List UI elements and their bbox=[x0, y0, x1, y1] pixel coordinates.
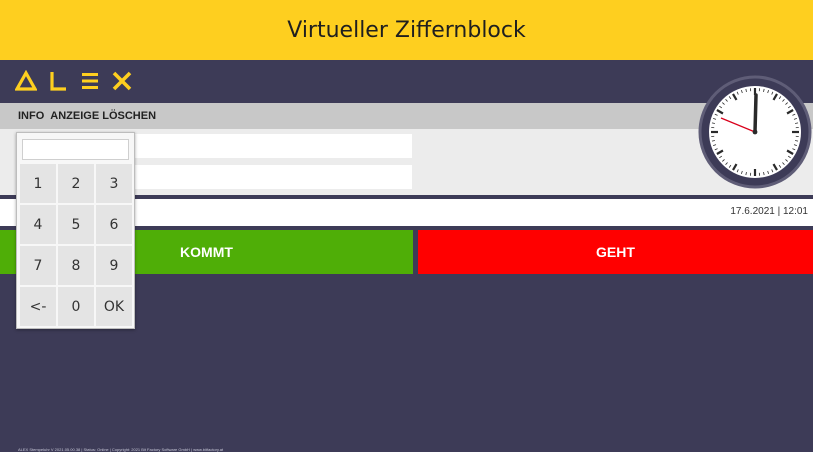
app-header bbox=[0, 60, 813, 103]
numpad-display bbox=[22, 139, 129, 160]
numpad-keys: 1 2 3 4 5 6 7 8 9 <- 0 OK bbox=[20, 164, 132, 326]
window-title: Virtueller Ziffernblock bbox=[287, 17, 526, 43]
numpad-key-1[interactable]: 1 bbox=[20, 164, 56, 203]
geht-button[interactable]: GEHT bbox=[418, 230, 813, 274]
logo-letter-a bbox=[15, 70, 37, 91]
logo-letter-e bbox=[82, 73, 98, 89]
pin-input-field[interactable] bbox=[135, 165, 412, 189]
numpad-key-6[interactable]: 6 bbox=[96, 205, 132, 244]
numpad-key-7[interactable]: 7 bbox=[20, 246, 56, 285]
window-titlebar: Virtueller Ziffernblock bbox=[0, 0, 813, 61]
numpad-key-9[interactable]: 9 bbox=[96, 246, 132, 285]
menu-item-info[interactable]: INFO bbox=[18, 110, 44, 122]
numpad-key-2[interactable]: 2 bbox=[58, 164, 94, 203]
logo-letter-x bbox=[112, 71, 132, 91]
numpad-key-backspace[interactable]: <- bbox=[20, 287, 56, 326]
numpad-key-4[interactable]: 4 bbox=[20, 205, 56, 244]
date-time-display: 17.6.2021 | 12:01 bbox=[730, 206, 808, 217]
numpad-key-ok[interactable]: OK bbox=[96, 287, 132, 326]
analog-clock-icon bbox=[698, 75, 812, 189]
logo-letter-l bbox=[50, 72, 66, 91]
numpad-key-5[interactable]: 5 bbox=[58, 205, 94, 244]
menu-bar: INFO ANZEIGE LÖSCHEN bbox=[0, 103, 813, 129]
kommt-button-label: KOMMT bbox=[180, 244, 233, 260]
menu-item-clear-display[interactable]: ANZEIGE LÖSCHEN bbox=[50, 110, 156, 122]
alex-logo bbox=[15, 70, 133, 92]
numpad-key-8[interactable]: 8 bbox=[58, 246, 94, 285]
virtual-numpad: 1 2 3 4 5 6 7 8 9 <- 0 OK bbox=[16, 132, 135, 329]
id-input-field[interactable] bbox=[135, 134, 412, 158]
geht-button-label: GEHT bbox=[596, 244, 635, 260]
numpad-key-0[interactable]: 0 bbox=[58, 287, 94, 326]
numpad-key-3[interactable]: 3 bbox=[96, 164, 132, 203]
footer-text: ALEX Stempeluhr V 2021.05.00.38 | Status… bbox=[18, 447, 224, 452]
